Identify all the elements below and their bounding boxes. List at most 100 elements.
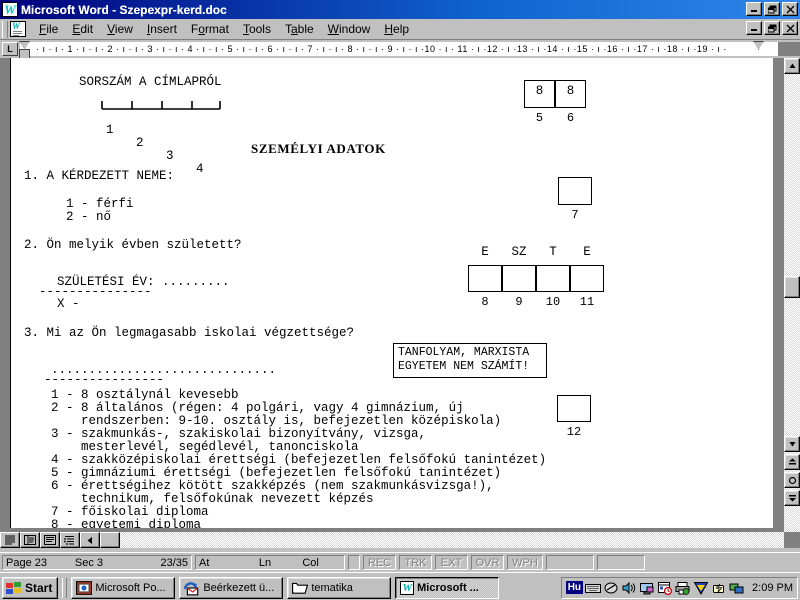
menu-table[interactable]: Table	[278, 20, 321, 38]
taskbar-button-tematika[interactable]: tematika	[287, 576, 392, 599]
status-section: Sec 3	[74, 556, 103, 569]
question-2-col-header-2: SZ	[511, 245, 527, 259]
menu-tools[interactable]: Tools	[236, 20, 278, 38]
document-window-controls	[746, 21, 798, 35]
question-3-dashed-line: ----------------	[44, 373, 165, 387]
question-1-box-label: 7	[571, 208, 579, 222]
status-ext-indicator[interactable]: EXT	[435, 555, 468, 570]
status-ovr-indicator[interactable]: OVR	[471, 555, 504, 570]
previous-page-button[interactable]	[784, 454, 800, 470]
menu-insert[interactable]: Insert	[140, 20, 184, 38]
window-title: Microsoft Word - Szepexpr-kerd.doc	[21, 2, 227, 17]
answer-box-6-value: 8	[566, 84, 575, 98]
norton-icon	[693, 581, 709, 595]
status-spacer-1	[348, 555, 360, 570]
restore-button[interactable]	[764, 2, 780, 16]
question-1-text: 1. A KÉRDEZETT NEME:	[24, 169, 175, 183]
question-2-box-label-11: 11	[579, 295, 595, 309]
folder-icon	[292, 582, 309, 594]
taskbar-button-powerpoint-label: Microsoft Po...	[95, 581, 166, 594]
scroll-down-button[interactable]	[784, 436, 800, 452]
document-area: SORSZÁM A CÍMLAPRÓL 1 2 3 4 8 8 5 6 SZEM…	[0, 58, 800, 548]
status-wph-indicator[interactable]: WPH	[507, 555, 543, 570]
sorszam-number-3: 3	[166, 149, 174, 163]
menu-file[interactable]: FFileile	[32, 20, 65, 38]
title-bar: W Microsoft Word - Szepexpr-kerd.doc	[0, 0, 800, 19]
document-close-button[interactable]	[782, 21, 798, 35]
question-3-box-label: 12	[566, 425, 582, 439]
menu-help[interactable]: Help	[377, 20, 416, 38]
page-layout-view-button[interactable]	[40, 532, 60, 548]
word-w-icon: W	[400, 580, 415, 595]
question-2-answer-box-8[interactable]	[468, 265, 502, 292]
schedule-icon	[658, 581, 673, 595]
question-2-box-label-10: 10	[545, 295, 561, 309]
system-tray: Hu 2:09 PM	[560, 576, 798, 599]
menu-window[interactable]: Window	[321, 20, 378, 38]
question-1-answer-box[interactable]	[558, 177, 592, 205]
question-2-answer-box-11[interactable]	[570, 265, 604, 292]
horizontal-ruler[interactable]: L · ı · ı · 1 · ı · ı · 2 · ı · ı · 3 · …	[0, 40, 800, 59]
next-page-button[interactable]	[784, 490, 800, 506]
answer-box-5-value: 8	[535, 84, 544, 98]
sorszam-rule	[101, 101, 221, 110]
word-w-icon: W	[2, 2, 18, 17]
menu-format[interactable]: Format	[184, 20, 236, 38]
question-2-box-label-9: 9	[515, 295, 523, 309]
question-2-answer-box-10[interactable]	[536, 265, 570, 292]
taskbar-button-word-label: Microsoft ...	[417, 581, 479, 594]
scroll-left-button[interactable]	[80, 532, 100, 548]
question-2-box-label-8: 8	[481, 295, 489, 309]
answer-box-5-label: 5	[535, 111, 544, 125]
status-spacer-2	[546, 555, 594, 570]
sorszam-number-2: 2	[136, 136, 144, 150]
printer-icon	[675, 581, 690, 595]
taskbar-grip[interactable]	[62, 577, 68, 598]
vertical-scrollbar[interactable]	[783, 58, 800, 532]
question-3-option-8: 8 - egyetemi diploma	[51, 518, 202, 529]
document-restore-button[interactable]	[764, 21, 780, 35]
language-indicator[interactable]: Hu	[565, 581, 584, 594]
document-icon: W	[10, 21, 26, 37]
menu-view[interactable]: View	[100, 20, 140, 38]
taskbar-button-powerpoint[interactable]: Microsoft Po...	[71, 576, 176, 599]
tab-stop-selector[interactable]: L	[2, 42, 18, 56]
ruler-ticks: · ı · ı · 1 · ı · ı · 2 · ı · ı · 3 · ı …	[20, 42, 780, 56]
status-position-section: At Ln Col	[195, 555, 345, 570]
taskbar-button-outlook[interactable]: Beérkezett ü...	[179, 576, 284, 599]
menu-bar: W FFileile Edit View Insert Format Tools…	[0, 19, 800, 40]
start-button[interactable]: Start	[2, 576, 59, 599]
section-heading: SZEMÉLYI ADATOK	[251, 141, 386, 156]
online-layout-view-button[interactable]	[20, 532, 40, 548]
status-ln: Ln	[258, 556, 272, 569]
taskbar-button-outlook-label: Beérkezett ü...	[203, 581, 275, 594]
question-3-answer-box[interactable]	[557, 395, 591, 422]
question-2-answer-box-9[interactable]	[502, 265, 536, 292]
question-2-col-header-1: E	[481, 245, 489, 259]
outline-view-button[interactable]	[60, 532, 80, 548]
status-trk-indicator[interactable]: TRK	[399, 555, 432, 570]
menu-edit[interactable]: Edit	[65, 20, 100, 38]
volume-icon	[604, 582, 618, 593]
minimize-button[interactable]	[746, 2, 762, 16]
normal-view-button[interactable]	[0, 532, 20, 548]
document-minimize-button[interactable]	[746, 21, 762, 35]
question-3-note-line-1: TANFOLYAM, MARXISTA	[398, 346, 530, 359]
question-1-option-2: 2 - nő	[66, 210, 112, 224]
sorszam-number-1: 1	[106, 123, 114, 137]
status-pages: 23/35	[160, 556, 188, 569]
ruler-margin-area	[778, 42, 800, 56]
select-browse-object-button[interactable]	[784, 472, 800, 488]
vertical-scroll-thumb[interactable]	[784, 276, 800, 298]
document-page[interactable]: SORSZÁM A CÍMLAPRÓL 1 2 3 4 8 8 5 6 SZEM…	[10, 58, 773, 528]
status-rec-indicator[interactable]: REC	[363, 555, 396, 570]
scroll-up-button[interactable]	[784, 58, 800, 74]
windows-logo-icon	[6, 582, 21, 594]
taskbar-button-word[interactable]: W Microsoft ...	[395, 576, 500, 599]
speaker-icon	[622, 581, 636, 594]
question-2-col-header-3: T	[549, 245, 557, 259]
taskbar-clock[interactable]: 2:09 PM	[752, 582, 793, 594]
close-button[interactable]	[782, 2, 798, 16]
menu-grip-handle[interactable]	[2, 20, 8, 38]
scroll-right-button[interactable]	[100, 532, 120, 548]
